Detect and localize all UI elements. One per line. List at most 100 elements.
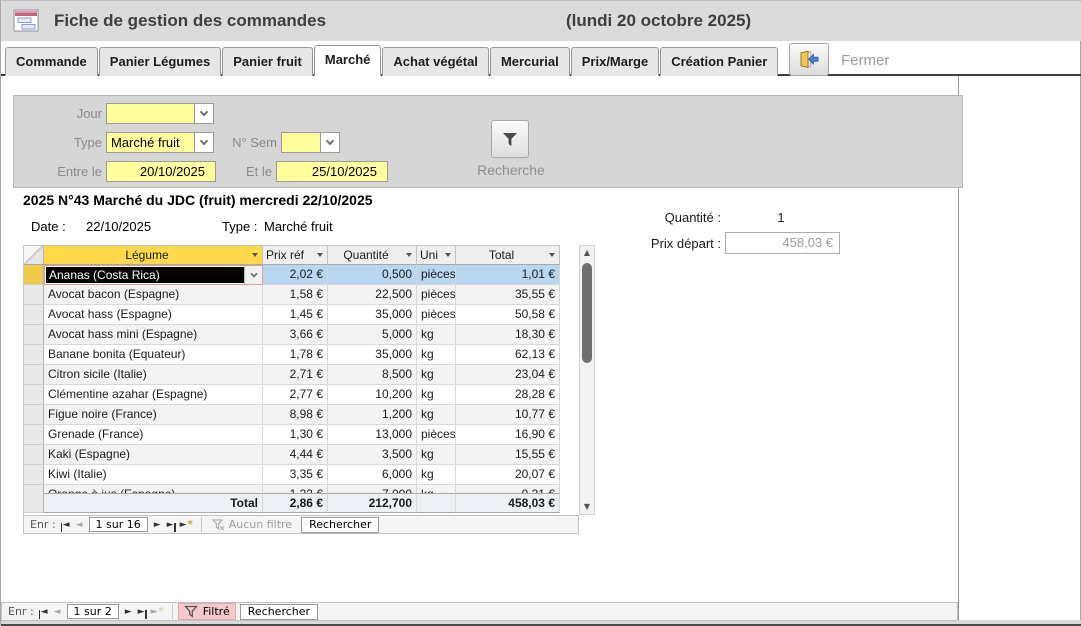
uni-cell[interactable]: pièces: [417, 305, 456, 325]
tab-panier-l-gumes[interactable]: Panier Légumes: [99, 47, 221, 76]
jour-combobox[interactable]: [106, 103, 195, 124]
select-all-cell[interactable]: [24, 245, 44, 265]
column-filter-arrow-icon[interactable]: [406, 253, 412, 257]
row-selector[interactable]: [24, 485, 44, 493]
total-cell[interactable]: 20,07 €: [456, 465, 560, 485]
legume-cell[interactable]: Orange à jus (Espagne): [44, 485, 263, 493]
type-dropdown-button[interactable]: [194, 132, 214, 153]
quantite-cell[interactable]: 5,000: [328, 325, 417, 345]
prix-ref-cell[interactable]: 8,98 €: [263, 405, 328, 425]
legume-dropdown-button[interactable]: [244, 266, 262, 284]
row-selector[interactable]: [24, 425, 44, 445]
uni-cell[interactable]: kg: [417, 345, 456, 365]
quantite-cell[interactable]: 22,500: [328, 285, 417, 305]
first-record-button[interactable]: ◄: [60, 520, 73, 530]
column-filter-arrow-icon[interactable]: [549, 253, 555, 257]
legume-cell[interactable]: Citron sicile (Italie): [44, 365, 263, 385]
quantite-cell[interactable]: 8,500: [328, 365, 417, 385]
sem-combobox[interactable]: [281, 132, 321, 153]
row-selector[interactable]: [24, 385, 44, 405]
next-record-button[interactable]: ►: [122, 607, 135, 617]
column-header-uni[interactable]: Uni: [417, 245, 456, 265]
tab-prix-marge[interactable]: Prix/Marge: [571, 47, 659, 76]
uni-cell[interactable]: kg: [417, 385, 456, 405]
tab-march-[interactable]: Marché: [314, 45, 382, 76]
record-position[interactable]: 1 sur 16: [89, 517, 148, 532]
uni-cell[interactable]: pièces: [417, 285, 456, 305]
total-cell[interactable]: 1,01 €: [456, 265, 560, 285]
legume-cell[interactable]: Avocat hass (Espagne): [44, 305, 263, 325]
quantite-cell[interactable]: 0,500: [328, 265, 417, 285]
column-header-total[interactable]: Total: [456, 245, 560, 265]
legume-cell[interactable]: Avocat hass mini (Espagne): [44, 325, 263, 345]
first-record-button[interactable]: ◄: [38, 607, 51, 617]
legume-cell[interactable]: Kaki (Espagne): [44, 445, 263, 465]
quantite-cell[interactable]: 1,200: [328, 405, 417, 425]
uni-cell[interactable]: kg: [417, 405, 456, 425]
total-cell[interactable]: 15,55 €: [456, 445, 560, 465]
column-filter-arrow-icon[interactable]: [445, 253, 451, 257]
legume-cell[interactable]: Grenade (France): [44, 425, 263, 445]
prix-ref-cell[interactable]: 1,30 €: [263, 425, 328, 445]
date-from-field[interactable]: 20/10/2025: [106, 161, 216, 182]
new-record-button[interactable]: ►*: [177, 519, 196, 530]
total-cell[interactable]: 50,58 €: [456, 305, 560, 325]
row-selector[interactable]: [24, 325, 44, 345]
prix-ref-cell[interactable]: 4,44 €: [263, 445, 328, 465]
uni-cell[interactable]: kg: [417, 445, 456, 465]
new-record-button[interactable]: ►*: [148, 606, 167, 617]
prix-ref-cell[interactable]: 3,35 €: [263, 465, 328, 485]
scroll-up-icon[interactable]: ▲: [580, 246, 594, 260]
prix-ref-cell[interactable]: 2,02 €: [263, 265, 328, 285]
quantite-cell[interactable]: 13,000: [328, 425, 417, 445]
row-selector[interactable]: [24, 285, 44, 305]
jour-dropdown-button[interactable]: [194, 103, 214, 124]
uni-cell[interactable]: pièces: [417, 265, 456, 285]
row-selector[interactable]: [24, 465, 44, 485]
last-record-button[interactable]: ►: [164, 520, 177, 530]
search-button[interactable]: [491, 120, 529, 158]
row-selector[interactable]: [24, 365, 44, 385]
prix-ref-cell[interactable]: 2,77 €: [263, 385, 328, 405]
row-selector[interactable]: [24, 305, 44, 325]
column-header-legume[interactable]: Légume: [44, 245, 263, 265]
scrollbar-thumb[interactable]: [582, 263, 592, 363]
tab-mercurial[interactable]: Mercurial: [490, 47, 570, 76]
type-combobox[interactable]: Marché fruit: [106, 132, 195, 153]
total-cell[interactable]: 23,04 €: [456, 365, 560, 385]
record-position[interactable]: 1 sur 2: [67, 604, 119, 619]
column-header-prix-ref[interactable]: Prix réf: [263, 245, 328, 265]
quantite-cell[interactable]: 7,000: [328, 485, 417, 493]
last-record-button[interactable]: ►: [135, 607, 148, 617]
price-field[interactable]: 458,03 €: [725, 232, 840, 254]
uni-cell[interactable]: kg: [417, 485, 456, 493]
previous-record-button[interactable]: ◄: [51, 607, 64, 617]
column-filter-arrow-icon[interactable]: [317, 253, 323, 257]
quantite-cell[interactable]: 35,000: [328, 345, 417, 365]
tab-achat-v-g-tal[interactable]: Achat végétal: [382, 47, 489, 76]
prix-ref-cell[interactable]: 1,58 €: [263, 285, 328, 305]
prix-ref-cell[interactable]: 1,33 €: [263, 485, 328, 493]
total-cell[interactable]: 35,55 €: [456, 285, 560, 305]
row-selector[interactable]: [24, 265, 44, 285]
tab-cr-ation-panier[interactable]: Création Panier: [660, 47, 778, 76]
uni-cell[interactable]: kg: [417, 465, 456, 485]
prix-ref-cell[interactable]: 1,45 €: [263, 305, 328, 325]
uni-cell[interactable]: kg: [417, 365, 456, 385]
row-selector[interactable]: [24, 405, 44, 425]
legume-cell[interactable]: Clémentine azahar (Espagne): [44, 385, 263, 405]
quantite-cell[interactable]: 10,200: [328, 385, 417, 405]
filtered-indicator[interactable]: Filtré: [178, 603, 236, 620]
prix-ref-cell[interactable]: 2,71 €: [263, 365, 328, 385]
tab-panier-fruit[interactable]: Panier fruit: [222, 47, 313, 76]
row-selector[interactable]: [24, 445, 44, 465]
column-header-quantite[interactable]: Quantité: [328, 245, 417, 265]
vertical-scrollbar[interactable]: ▲ ▼: [579, 245, 595, 515]
search-box[interactable]: Rechercher: [240, 604, 318, 620]
previous-record-button[interactable]: ◄: [73, 520, 86, 530]
uni-cell[interactable]: kg: [417, 325, 456, 345]
next-record-button[interactable]: ►: [151, 520, 164, 530]
tab-commande[interactable]: Commande: [5, 47, 98, 76]
total-cell[interactable]: 18,30 €: [456, 325, 560, 345]
prix-ref-cell[interactable]: 3,66 €: [263, 325, 328, 345]
